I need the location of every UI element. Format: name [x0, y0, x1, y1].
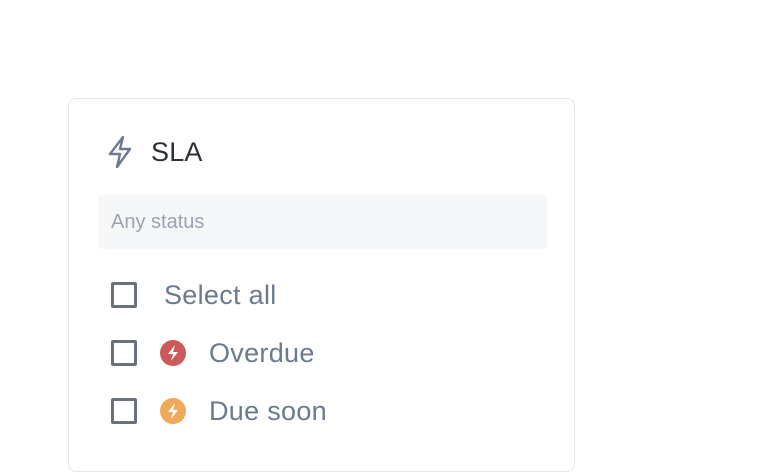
overdue-lightning-icon [160, 340, 186, 366]
due-soon-label: Due soon [209, 395, 327, 426]
option-due-soon[interactable]: Due soon [111, 395, 327, 427]
overdue-label: Overdue [209, 337, 315, 368]
sla-filter-panel: SLA Select all Overdue Due soon [68, 98, 575, 472]
status-search-input[interactable] [98, 195, 547, 249]
option-overdue[interactable]: Overdue [111, 337, 315, 369]
select-all-label: Select all [164, 279, 277, 310]
due-soon-checkbox[interactable] [111, 398, 137, 424]
lightning-bolt-icon [107, 135, 133, 169]
due-soon-lightning-icon [160, 398, 186, 424]
panel-title: SLA [151, 136, 203, 167]
overdue-checkbox[interactable] [111, 340, 137, 366]
select-all-option[interactable]: Select all [111, 279, 277, 311]
panel-header: SLA [107, 135, 203, 169]
select-all-checkbox[interactable] [111, 282, 137, 308]
